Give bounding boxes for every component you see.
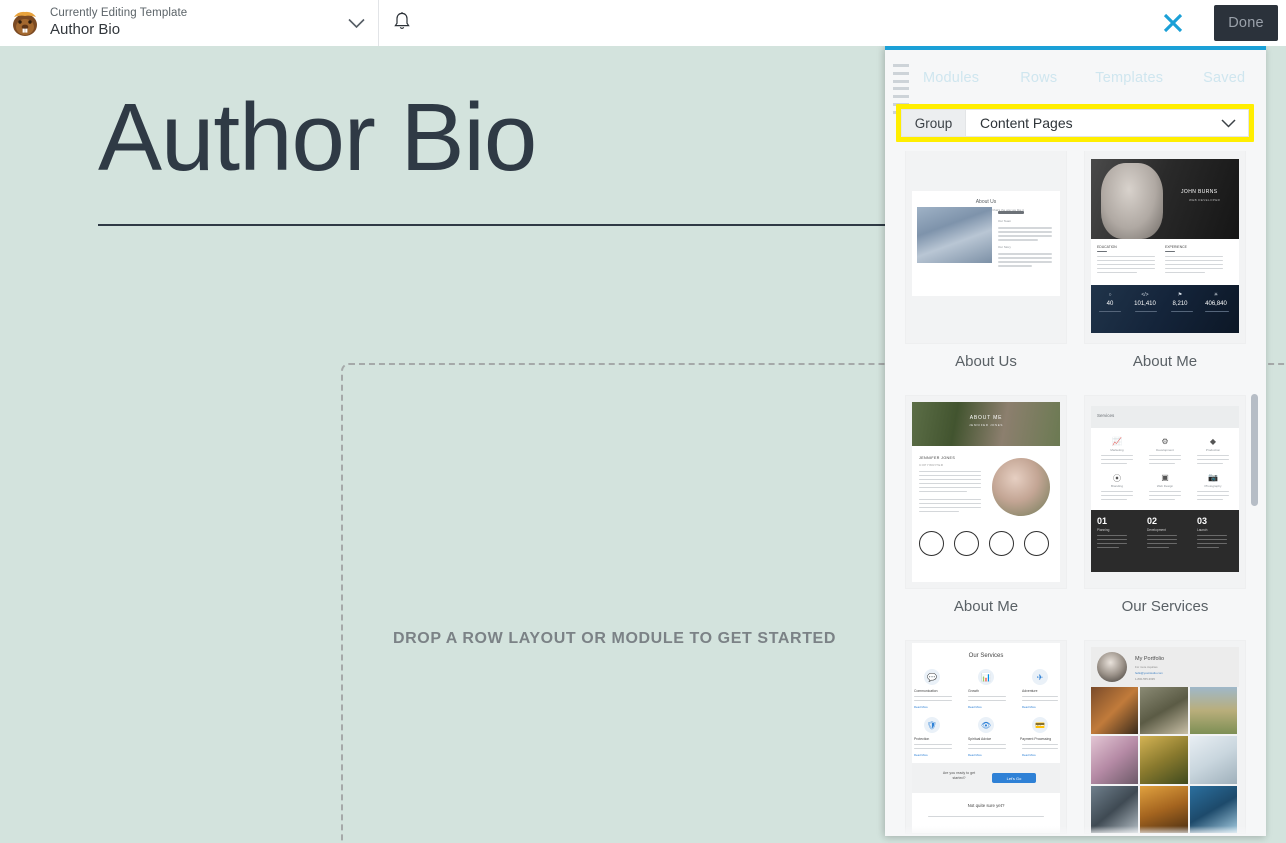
- tab-templates[interactable]: Templates: [1095, 70, 1163, 86]
- tab-rows[interactable]: Rows: [1020, 70, 1057, 86]
- thumb-role: COPYWRITER: [919, 463, 943, 467]
- thumb-svc-3: Adventure: [1022, 689, 1037, 693]
- thumb-step-1-label: Planning: [1097, 528, 1109, 532]
- thumb-svc-1: Marketing: [1099, 448, 1135, 452]
- template-thumbnail: Services 📈 Marketing ⚙ Development ◆: [1085, 396, 1245, 588]
- thumb-svc-3: Production: [1195, 448, 1231, 452]
- thumb-stat-4: 406,840: [1197, 301, 1235, 307]
- group-select[interactable]: Content Pages: [966, 110, 1248, 136]
- thumb-svc-6: Payment Processing: [1020, 737, 1051, 741]
- thumb-svc-4: Branding: [1099, 484, 1135, 488]
- template-card-about-me-dark[interactable]: JOHN BURNS WEB DEVELOPER EDUCATION EXPER…: [1085, 151, 1245, 370]
- close-x-icon: [1161, 11, 1185, 35]
- thumb-readmore-6: Read More: [1022, 753, 1036, 757]
- thumb-skill-2: [954, 531, 979, 556]
- thumb-role: WEB DEVELOPER: [1189, 198, 1220, 202]
- template-list[interactable]: About Us We do things a bit differently,…: [885, 151, 1266, 836]
- page-title: Author Bio: [98, 90, 536, 186]
- template-card-my-portfolio[interactable]: My Portfolio For more inquiries hello@yo…: [1085, 641, 1245, 836]
- template-thumbnail: About Us We do things a bit differently,…: [906, 151, 1066, 343]
- thumb-title: My Portfolio: [1135, 656, 1164, 662]
- template-thumbnail: My Portfolio For more inquiries hello@yo…: [1085, 641, 1245, 833]
- thumb-stat-3: 8,210: [1165, 301, 1195, 307]
- template-name: About Me: [906, 598, 1066, 615]
- template-thumbnail: Our Services 💬 Communication Read More 📊…: [906, 641, 1066, 833]
- thumb-stat-1: 40: [1095, 301, 1125, 307]
- thumb-section-2: Our Story: [998, 245, 1011, 249]
- thumb-heading: About Us: [936, 199, 1036, 205]
- tab-modules[interactable]: Modules: [923, 70, 979, 86]
- thumb-skill-1: [919, 531, 944, 556]
- close-panel-button[interactable]: [1158, 8, 1188, 38]
- thumb-svc-5: Spiritual Advice: [968, 737, 991, 741]
- admin-top-bar: Currently Editing Template Author Bio Do…: [0, 0, 1286, 46]
- editing-template-label: Currently Editing Template: [50, 7, 334, 20]
- template-card-about-me-light[interactable]: ABOUT ME JENNIFER JONES JENNIFER JONES C…: [906, 396, 1066, 615]
- thumb-skill-4: [1024, 531, 1049, 556]
- thumb-section-1: Our Team: [998, 219, 1011, 223]
- template-name: About Us: [906, 353, 1066, 370]
- thumb-heading: Our Services: [936, 653, 1036, 659]
- tab-saved[interactable]: Saved: [1203, 70, 1245, 86]
- thumb-mail: hello@yourstudio.com: [1135, 671, 1163, 675]
- thumb-stat-2: 101,410: [1127, 301, 1163, 307]
- thumb-col-2: EXPERIENCE: [1165, 245, 1187, 249]
- thumb-hero-sub: JENNIFER JONES: [946, 423, 1026, 427]
- dropzone-label: DROP A ROW LAYOUT OR MODULE TO GET START…: [393, 630, 836, 648]
- thumb-readmore-1: Read More: [914, 705, 928, 709]
- thumb-phone: 1-800-555-3695: [1135, 677, 1155, 681]
- editing-template-title: Author Bio: [50, 21, 334, 38]
- thumb-skill-3: [989, 531, 1014, 556]
- template-card-our-services-dark[interactable]: Services 📈 Marketing ⚙ Development ◆: [1085, 396, 1245, 615]
- template-card-about-us[interactable]: About Us We do things a bit differently,…: [906, 151, 1066, 370]
- bell-icon: [393, 11, 411, 36]
- editing-template-text: Currently Editing Template Author Bio: [50, 7, 334, 38]
- thumb-readmore-5: Read More: [968, 753, 982, 757]
- thumb-svc-4: Protection: [914, 737, 929, 741]
- template-name: About Me: [1085, 353, 1245, 370]
- thumb-footer-text: Not quite sure yet?: [946, 803, 1026, 808]
- thumb-svc-6: Photography: [1195, 484, 1231, 488]
- template-thumbnail: ABOUT ME JENNIFER JONES JENNIFER JONES C…: [906, 396, 1066, 588]
- chevron-down-icon[interactable]: [334, 0, 378, 46]
- panel-scrollbar-thumb[interactable]: [1251, 394, 1258, 506]
- group-filter-label: Group: [902, 110, 966, 136]
- thumb-svc-1: Communication: [914, 689, 938, 693]
- thumb-readmore-3: Read More: [1022, 705, 1036, 709]
- group-select-value: Content Pages: [980, 115, 1073, 131]
- template-card-our-services-blue[interactable]: Our Services 💬 Communication Read More 📊…: [906, 641, 1066, 836]
- notifications-bell-button[interactable]: [379, 0, 425, 46]
- panel-tab-bar: Modules Rows Templates Saved: [885, 50, 1266, 106]
- thumb-cta-text: Are you ready to get started?: [936, 771, 982, 781]
- thumb-hero-title: ABOUT ME: [946, 415, 1026, 421]
- thumb-readmore-2: Read More: [968, 705, 982, 709]
- thumb-svc-2: Growth: [968, 689, 979, 693]
- panel-scrollbar-track[interactable]: [1255, 152, 1262, 836]
- done-button[interactable]: Done: [1214, 5, 1278, 41]
- thumb-svc-5: Web Design: [1147, 484, 1183, 488]
- thumb-col-1: EDUCATION: [1097, 245, 1117, 249]
- thumb-step-2-num: 02: [1147, 516, 1157, 526]
- thumb-name: JENNIFER JONES: [919, 456, 955, 460]
- thumb-cta-button: Let's Go: [992, 773, 1036, 783]
- content-panel: Modules Rows Templates Saved Group Conte…: [885, 46, 1266, 836]
- template-name: Our Services: [1085, 598, 1245, 615]
- thumb-step-3-num: 03: [1197, 516, 1207, 526]
- editing-template-button[interactable]: Currently Editing Template Author Bio: [0, 0, 379, 46]
- beaver-logo-icon: [10, 8, 40, 38]
- group-filter-row[interactable]: Group Content Pages: [901, 109, 1249, 137]
- thumb-svc-2: Development: [1147, 448, 1183, 452]
- thumb-step-2-label: Development: [1147, 528, 1166, 532]
- template-thumbnail: JOHN BURNS WEB DEVELOPER EDUCATION EXPER…: [1085, 151, 1245, 343]
- thumb-sub: For more inquiries: [1135, 665, 1158, 669]
- thumb-name: JOHN BURNS: [1181, 189, 1218, 195]
- thumb-readmore-4: Read More: [914, 753, 928, 757]
- group-filter-highlight: Group Content Pages: [896, 104, 1254, 142]
- thumb-step-3-label: Launch: [1197, 528, 1207, 532]
- chevron-down-icon: [1221, 115, 1236, 131]
- thumb-step-1-num: 01: [1097, 516, 1107, 526]
- thumb-heading: Services: [1097, 413, 1114, 418]
